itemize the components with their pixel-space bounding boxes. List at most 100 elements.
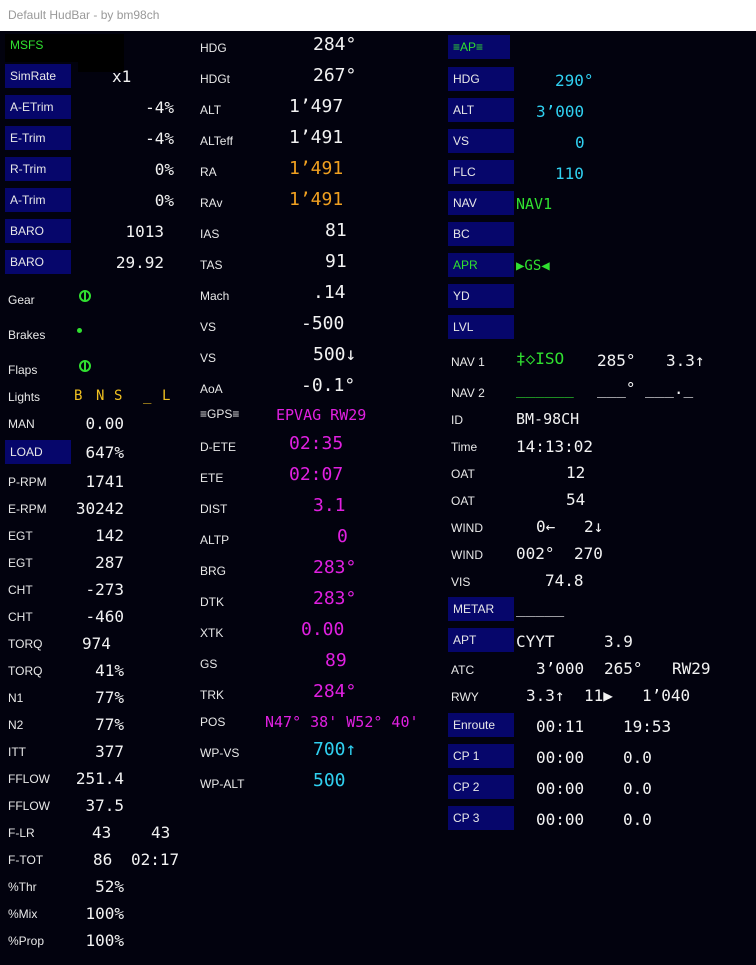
nav2-dist: ___._ <box>645 379 694 398</box>
hudbar-panel: MSFS SimRate x1 A-ETrim -4% E-Trim -4% R… <box>0 31 756 965</box>
gps-label: ≡GPS≡ <box>200 407 240 421</box>
cp3-button[interactable]: CP 3 <box>448 806 514 830</box>
nav2-label: NAV 2 <box>451 386 485 400</box>
vs1-label: VS <box>200 320 217 334</box>
ap-hdg-button[interactable]: HDG <box>448 67 514 91</box>
ap-alt-button[interactable]: ALT <box>448 98 514 122</box>
dist-value: 3.1 <box>313 495 346 516</box>
trk-label: TRK <box>200 688 224 702</box>
aetrim-button[interactable]: A-ETrim <box>5 95 71 119</box>
torq1-value: 974 <box>82 634 111 653</box>
aoa-value: -0.1° <box>301 375 356 396</box>
egt1-label: EGT <box>8 529 33 543</box>
aoa-label: AoA <box>200 382 223 396</box>
atc-rwy: RW29 <box>672 659 711 678</box>
fflow2-label: FFLOW <box>8 799 50 813</box>
rav-label: RAv <box>200 196 223 210</box>
lights-label: Lights <box>8 390 41 404</box>
apt-id: CYYT <box>516 632 555 651</box>
time-label: Time <box>451 440 478 454</box>
apt-dist: 3.9 <box>604 632 633 651</box>
ap-lvl-button[interactable]: LVL <box>448 315 514 339</box>
simrate-button[interactable]: SimRate <box>5 64 71 88</box>
ias-label: IAS <box>200 227 220 241</box>
ap-alt-value: 3’000 <box>536 102 585 121</box>
n2-value: 77% <box>95 715 124 734</box>
nav2-ident: ______ <box>516 379 574 398</box>
n1-label: N1 <box>8 691 24 705</box>
lights-s: S <box>114 388 123 404</box>
cp2-dist: 0.0 <box>623 779 652 798</box>
brg-value: 283° <box>313 557 357 578</box>
nav1-dist: 3.3↑ <box>666 351 705 370</box>
baro-inhg-value: 29.92 <box>115 253 164 272</box>
prpm-label: P-RPM <box>8 475 47 489</box>
xtk-label: XTK <box>200 626 224 640</box>
ftot-value: 86 <box>93 850 113 869</box>
brakes-label: Brakes <box>8 328 46 342</box>
vis-value: 74.8 <box>545 571 584 590</box>
ap-vs-button[interactable]: VS <box>448 129 514 153</box>
ftot-label: F-TOT <box>8 853 44 867</box>
ftot-time: 02:17 <box>131 850 180 869</box>
cp3-time: 00:00 <box>536 810 585 829</box>
altp-label: ALTP <box>200 533 230 547</box>
lights-b: B <box>74 388 83 404</box>
brake-dot-icon <box>77 328 82 333</box>
ap-nav-button[interactable]: NAV <box>448 191 514 215</box>
pos-value: N47° 38' W52° 40' <box>265 713 419 731</box>
gear-label: Gear <box>8 293 35 307</box>
atc-label: ATC <box>451 663 475 677</box>
torq2-value: 41% <box>95 661 124 680</box>
alt-value: 1’497 <box>289 96 344 117</box>
cp2-button[interactable]: CP 2 <box>448 775 514 799</box>
ap-apr-button[interactable]: APR <box>448 253 514 277</box>
apt-button[interactable]: APT <box>448 628 514 652</box>
autopilot-master-button[interactable]: ≡AP≡ <box>448 35 510 59</box>
window-title: Default HudBar - by bm98ch <box>8 8 160 22</box>
tas-label: TAS <box>200 258 223 272</box>
flr-left-value: 43 <box>92 823 112 842</box>
rav-value: 1’491 <box>289 189 344 210</box>
etrim-button[interactable]: E-Trim <box>5 126 71 150</box>
enroute-button[interactable]: Enroute <box>448 713 514 737</box>
gs-value: 89 <box>325 650 347 671</box>
hdg-label: HDG <box>200 41 227 55</box>
mach-label: Mach <box>200 289 230 303</box>
ap-nav-value: NAV1 <box>516 195 553 213</box>
flaps-label: Flaps <box>8 363 38 377</box>
ap-flc-button[interactable]: FLC <box>448 160 514 184</box>
atrim-button[interactable]: A-Trim <box>5 188 71 212</box>
alteff-value: 1’491 <box>289 127 344 148</box>
prop-label: %Prop <box>8 934 45 948</box>
baro-hpa-button[interactable]: BARO <box>5 219 71 243</box>
wind2-a: 002° <box>516 544 555 563</box>
metar-button[interactable]: METAR <box>448 597 514 621</box>
atc-hdg: 265° <box>604 659 643 678</box>
lights-blank: _ <box>143 388 152 404</box>
mix-value: 100% <box>85 904 124 923</box>
ap-hdg-value: 290° <box>555 71 594 90</box>
rtrim-button[interactable]: R-Trim <box>5 157 71 181</box>
id-value: BM-98CH <box>516 410 580 428</box>
lights-n: N <box>96 388 105 404</box>
dtk-label: DTK <box>200 595 224 609</box>
dete-label: D-ETE <box>200 440 236 454</box>
lights-l: L <box>162 388 171 404</box>
pos-label: POS <box>200 715 226 729</box>
wpalt-label: WP-ALT <box>200 777 245 791</box>
prpm-value: 1741 <box>85 472 124 491</box>
ap-yd-button[interactable]: YD <box>448 284 514 308</box>
rwy-lateral: 11▶ <box>584 686 613 705</box>
fflow2-value: 37.5 <box>85 796 124 815</box>
baro-inhg-button[interactable]: BARO <box>5 250 71 274</box>
nav2-radial: ___° <box>597 379 636 398</box>
xtk-value: 0.00 <box>301 619 345 640</box>
erpm-value: 30242 <box>75 499 124 518</box>
aetrim-value: -4% <box>145 98 174 117</box>
nav1-ident: ‡◇ISO <box>516 349 565 368</box>
ap-vs-value: 0 <box>575 133 585 152</box>
ap-bc-button[interactable]: BC <box>448 222 514 246</box>
cp1-button[interactable]: CP 1 <box>448 744 514 768</box>
rwy-label: RWY <box>451 690 479 704</box>
